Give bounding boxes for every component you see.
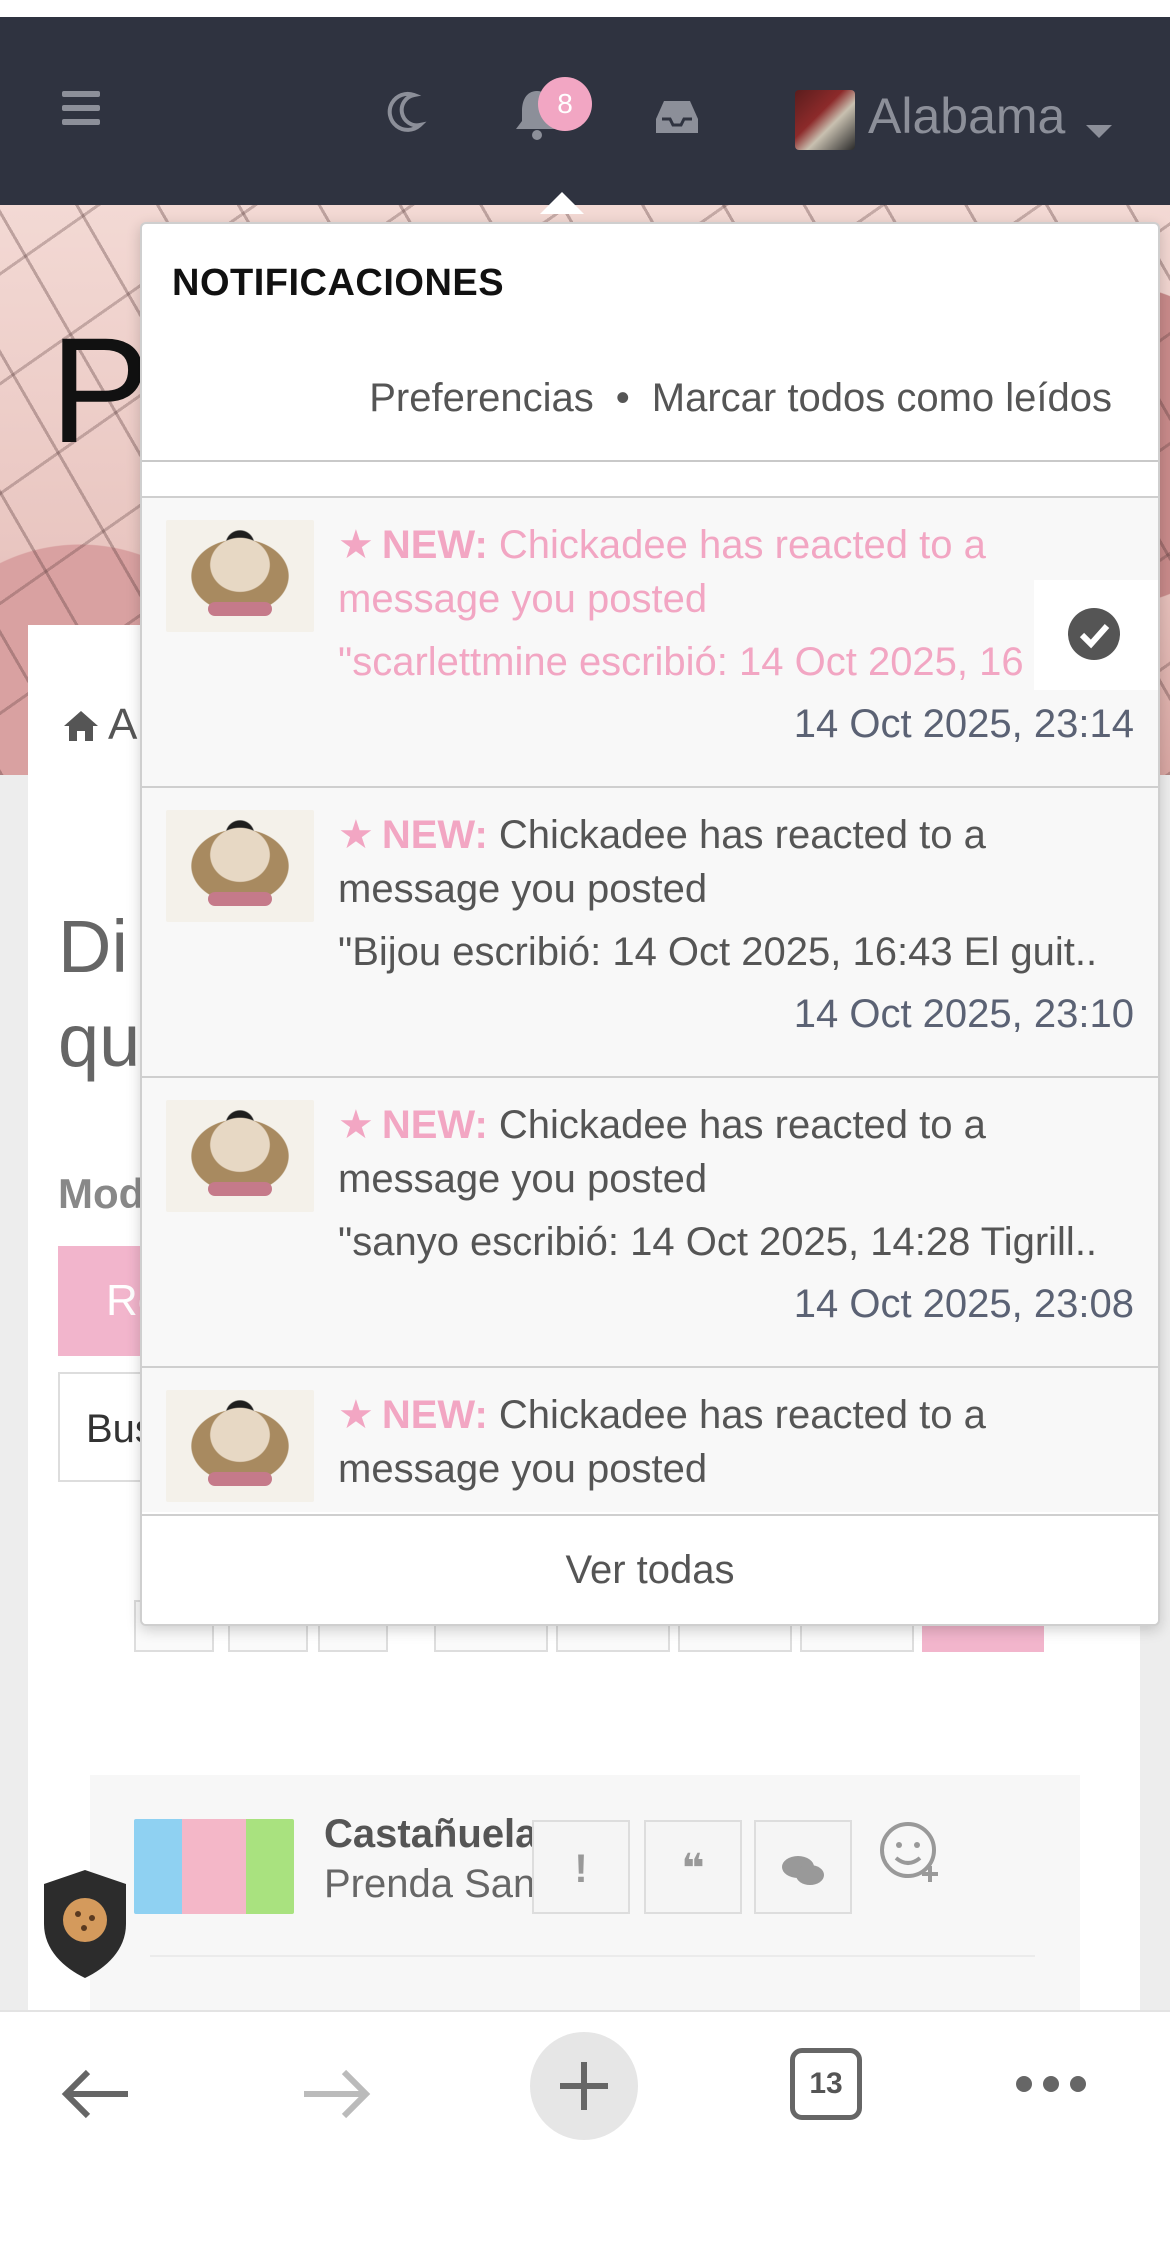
notification-avatar [166,520,314,632]
notification-quote: "Bijou escribió: 14 Oct 2025, 16:43 El g… [338,930,1098,974]
notifications-dropdown: NOTIFICACIONES Preferencias • Marcar todos… [140,222,1160,1626]
new-label: NEW: [381,813,488,857]
notifications-list[interactable]: ★ NEW: Chickadee has reacted to a message… [142,496,1158,1512]
notification-quote: "scarlettmine escribió: 14 Oct 2025, 16 [338,640,1024,684]
view-all-link[interactable]: Ver todas [142,1514,1158,1624]
notification-avatar [166,810,314,922]
forward-arrow-icon[interactable] [300,2064,374,2124]
notification-item[interactable]: ★ NEW: Chickadee has reacted to a message… [142,786,1158,1076]
star-icon: ★ [338,813,374,857]
post-author-avatar[interactable] [134,1819,294,1914]
mark-read-button[interactable] [1034,580,1158,690]
reply-chat-button[interactable] [754,1820,852,1914]
actions-separator: • [615,376,630,420]
notification-text: ★ NEW: Chickadee has reacted to a message… [338,518,1108,626]
notification-text: ★ NEW: Chickadee has reacted to a message… [338,808,1108,916]
notification-item[interactable]: ★ NEW: Chickadee has reacted to a message… [142,496,1158,786]
notification-time: 14 Oct 2025, 23:10 [793,992,1134,1036]
notification-avatar [166,1390,314,1502]
notification-count-badge: 8 [538,77,592,131]
breadcrumb[interactable]: A [62,700,137,750]
new-label: NEW: [381,523,488,567]
back-arrow-icon[interactable] [58,2064,132,2124]
chat-bubbles-icon [782,1856,824,1886]
top-navbar: 8 Alabama [0,17,1170,205]
notification-item[interactable]: ★ NEW: Chickadee has reacted to a message… [142,1366,1158,1512]
topic-heading-line2: qu [58,999,141,1082]
notification-text: ★ NEW: Chickadee has reacted to a message… [338,1098,1108,1206]
notifications-actions: Preferencias • Marcar todos como leídos [369,376,1112,421]
browser-toolbar: 13 [0,2010,1170,2246]
mark-all-read-link[interactable]: Marcar todos como leídos [652,376,1112,420]
more-options-icon[interactable] [1016,2076,1086,2096]
notification-text: ★ NEW: Chickadee has reacted to a message… [338,1388,1108,1496]
report-button[interactable]: ! [532,1820,630,1914]
topic-heading-line1: Di [58,905,128,988]
inbox-icon[interactable] [654,97,700,137]
page-gutter-left [0,775,28,2015]
notification-avatar [166,1100,314,1212]
breadcrumb-label[interactable]: A [108,700,137,749]
moon-icon[interactable] [384,81,428,141]
notification-time: 14 Oct 2025, 23:08 [793,1282,1134,1326]
quote-button[interactable]: ❝ [644,1820,742,1914]
site-title-partial: P [50,306,151,474]
home-icon[interactable] [62,704,100,741]
check-circle-icon [1068,608,1120,660]
notification-time: 14 Oct 2025, 23:14 [793,702,1134,746]
notification-quote: "sanyo escribió: 14 Oct 2025, 14:28 Tigr… [338,1220,1098,1264]
tab-count-button[interactable]: 13 [790,2048,862,2120]
add-reaction-icon[interactable] [878,1820,944,1886]
caret-down-icon[interactable] [1086,125,1112,138]
preferences-link[interactable]: Preferencias [369,376,594,420]
notification-item[interactable]: ★ NEW: Chickadee has reacted to a message… [142,1076,1158,1366]
star-icon: ★ [338,1393,374,1437]
post-divider [150,1955,1035,1957]
hamburger-menu-icon[interactable] [62,81,102,141]
post-author-rank: Prenda San [324,1862,536,1906]
header-divider [142,460,1158,462]
moderator-label: Mod [58,1170,145,1217]
plus-icon [560,2062,608,2110]
star-icon: ★ [338,523,374,567]
dropdown-pointer [540,192,584,214]
topic-heading: Di qu [58,900,140,1088]
user-avatar[interactable] [795,90,855,150]
notifications-title: NOTIFICACIONES [172,262,505,304]
cookie-consent-icon[interactable] [40,1868,130,1980]
post-author-name[interactable]: Castañuela [324,1812,537,1857]
new-label: NEW: [381,1393,488,1437]
new-tab-button[interactable] [530,2032,638,2140]
status-strip [0,0,1170,17]
star-icon: ★ [338,1103,374,1147]
username-label[interactable]: Alabama [868,87,1065,145]
new-label: NEW: [381,1103,488,1147]
